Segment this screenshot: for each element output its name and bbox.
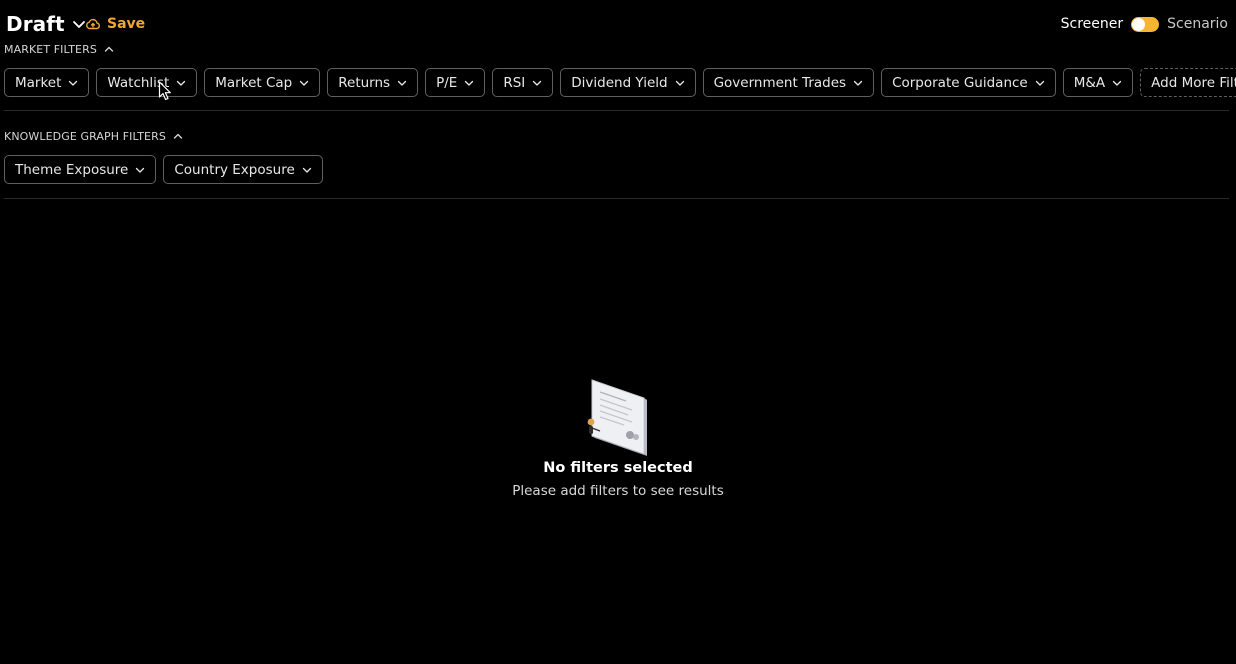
chevron-down-icon — [464, 78, 474, 88]
chevron-down-icon — [302, 165, 312, 175]
chevron-down-icon — [675, 78, 685, 88]
chevron-down-icon — [1112, 78, 1122, 88]
knowledge-filter-chips: Theme Exposure Country Exposure — [4, 155, 323, 185]
chevron-up-icon — [173, 131, 183, 141]
screener-app: Draft Save Screener Scenario MARKET FILT… — [0, 0, 1236, 664]
filter-chip-dividend-yield[interactable]: Dividend Yield — [560, 68, 696, 97]
filter-chip-rsi[interactable]: RSI — [492, 68, 554, 97]
filter-chip-pe[interactable]: P/E — [425, 68, 486, 97]
mode-label-screener: Screener — [1060, 16, 1124, 32]
mode-label-scenario: Scenario — [1167, 16, 1228, 32]
add-more-filters-button[interactable]: Add More Filters — [1140, 68, 1236, 97]
mode-switch: Screener Scenario — [1061, 14, 1228, 34]
save-label: Save — [107, 16, 146, 32]
market-filter-chips: Market Watchlist Market Cap Returns P/E … — [4, 68, 1236, 98]
filter-chip-corporate-guidance[interactable]: Corporate Guidance — [881, 68, 1056, 97]
chip-label: Dividend Yield — [571, 74, 668, 91]
section-divider — [4, 110, 1229, 111]
save-button[interactable]: Save — [85, 14, 145, 34]
knowledge-graph-filters-header[interactable]: KNOWLEDGE GRAPH FILTERS — [4, 129, 183, 143]
section-label: KNOWLEDGE GRAPH FILTERS — [4, 129, 166, 143]
empty-state-subtitle: Please add filters to see results — [512, 483, 724, 499]
chevron-down-icon — [853, 78, 863, 88]
toggle-knob — [1132, 17, 1146, 31]
chip-label: Market — [15, 74, 62, 91]
empty-document-illustration — [587, 379, 647, 456]
filter-chip-market[interactable]: Market — [4, 68, 90, 97]
empty-state: No filters selected Please add filters t… — [0, 378, 1236, 499]
draft-title-dropdown[interactable]: Draft — [6, 11, 86, 37]
filter-chip-country-exposure[interactable]: Country Exposure — [163, 155, 323, 184]
chevron-down-icon — [68, 78, 78, 88]
chip-label: Theme Exposure — [15, 161, 129, 178]
chevron-down-icon — [1035, 78, 1045, 88]
filter-chip-returns[interactable]: Returns — [327, 68, 419, 97]
chip-label: Country Exposure — [174, 161, 295, 178]
filter-chip-m-and-a[interactable]: M&A — [1062, 68, 1134, 97]
chevron-down-icon — [299, 78, 309, 88]
chip-label: Watchlist — [107, 74, 170, 91]
chevron-down-icon — [397, 78, 407, 88]
chevron-down-icon — [72, 17, 86, 31]
section-label: MARKET FILTERS — [4, 42, 97, 56]
chip-label: Corporate Guidance — [892, 74, 1028, 91]
chevron-down-icon — [532, 78, 542, 88]
section-divider — [4, 198, 1229, 199]
add-more-label: Add More Filters — [1151, 74, 1236, 91]
empty-state-title: No filters selected — [543, 460, 693, 476]
chip-label: M&A — [1073, 74, 1106, 91]
chevron-down-icon — [176, 78, 186, 88]
mode-toggle[interactable] — [1131, 16, 1160, 32]
chip-label: Government Trades — [713, 74, 847, 91]
chevron-down-icon — [135, 165, 145, 175]
market-filters-header[interactable]: MARKET FILTERS — [4, 42, 114, 56]
filter-chip-government-trades[interactable]: Government Trades — [702, 68, 875, 97]
filter-chip-theme-exposure[interactable]: Theme Exposure — [4, 155, 157, 184]
chip-label: P/E — [436, 74, 458, 91]
cloud-save-icon — [85, 16, 101, 32]
page-title: Draft — [6, 12, 65, 36]
top-bar: Draft Save Screener Scenario — [0, 0, 1236, 46]
chip-label: Returns — [338, 74, 391, 91]
chip-label: Market Cap — [215, 74, 293, 91]
chip-label: RSI — [503, 74, 526, 91]
filter-chip-watchlist[interactable]: Watchlist — [96, 68, 198, 97]
filter-chip-market-cap[interactable]: Market Cap — [204, 68, 321, 97]
chevron-up-icon — [104, 44, 114, 54]
